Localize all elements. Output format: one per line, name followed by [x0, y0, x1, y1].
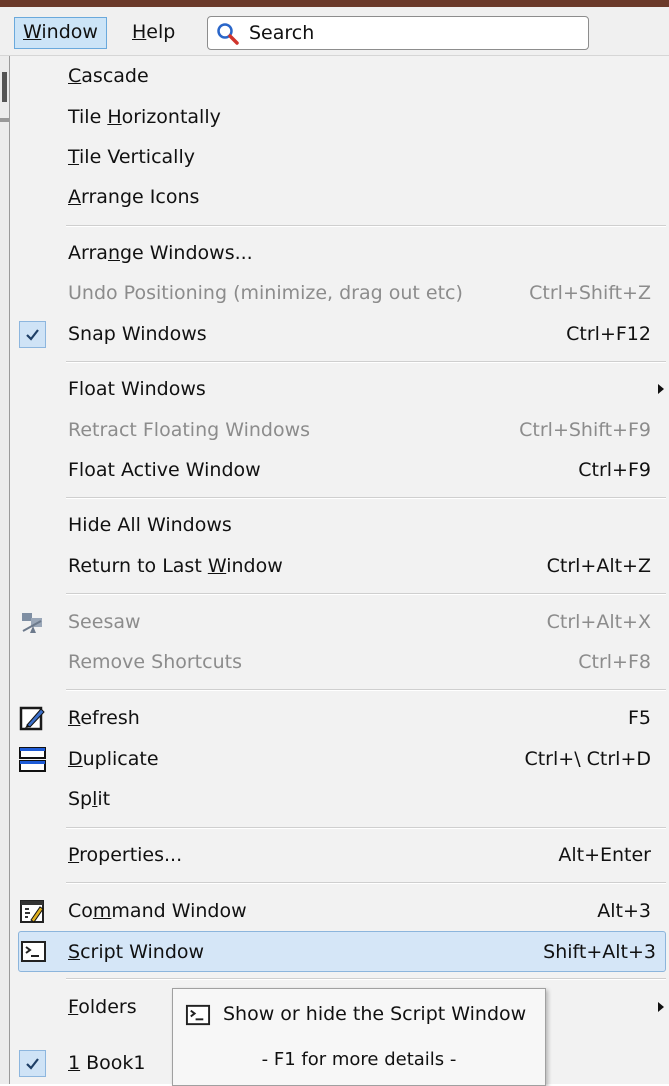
menu-help[interactable]: Help — [124, 17, 183, 47]
menu-separator — [66, 689, 666, 691]
menu-item-command-window[interactable]: Command Window Alt+3 — [10, 891, 668, 932]
menu-item-tile-vertically[interactable]: Tile Vertically — [10, 137, 668, 178]
window-dropdown-menu: Cascade Tile Horizontally Tile Verticall… — [9, 56, 669, 1084]
script-window-tooltip: Show or hide the Script Window - F1 for … — [172, 988, 546, 1086]
tooltip-hint: - F1 for more details - — [261, 1049, 457, 1070]
menu-item-arrange-windows[interactable]: Arrange Windows... — [10, 233, 668, 274]
menu-item-float-active[interactable]: Float Active Window Ctrl+F9 — [10, 450, 668, 491]
menu-bar: Window Help Search — [0, 7, 669, 56]
checkmark-icon — [19, 321, 46, 348]
menu-item-seesaw: Seesaw Ctrl+Alt+X — [10, 602, 668, 643]
menu-separator — [66, 827, 666, 829]
menu-separator — [66, 225, 666, 227]
menu-separator — [66, 361, 666, 363]
search-box[interactable]: Search — [207, 16, 589, 50]
menu-item-tile-horizontally[interactable]: Tile Horizontally — [10, 97, 668, 138]
search-label: Search — [249, 22, 315, 44]
menu-item-script-window[interactable]: Script Window Shift+Alt+3 — [18, 931, 666, 972]
menu-item-undo-positioning: Undo Positioning (minimize, drag out etc… — [68, 282, 651, 304]
menu-separator — [66, 882, 666, 884]
menu-separator — [66, 593, 666, 595]
menu-item-arrange-icons[interactable]: Arrange Icons — [10, 177, 668, 218]
menu-item-duplicate[interactable]: Duplicate Ctrl+\ Ctrl+D — [10, 739, 668, 780]
script-window-icon — [185, 1004, 211, 1026]
seesaw-icon — [22, 613, 42, 633]
menu-separator — [66, 978, 666, 980]
menu-item-cascade[interactable]: Cascade — [10, 56, 668, 97]
menu-item-float-windows[interactable]: Float Windows — [10, 369, 668, 410]
menu-window[interactable]: Window — [14, 17, 107, 49]
menu-item-return-last[interactable]: Return to Last Window Ctrl+Alt+Z — [10, 546, 668, 587]
checkmark-icon — [19, 1050, 46, 1077]
submenu-arrow-icon — [658, 1002, 664, 1012]
menu-item-retract-floating: Retract Floating Windows Ctrl+Shift+F9 — [68, 419, 651, 441]
submenu-arrow-icon — [658, 384, 664, 394]
menu-item-refresh[interactable]: Refresh F5 — [10, 698, 668, 739]
menu-item-properties[interactable]: Properties... Alt+Enter — [10, 835, 668, 876]
menu-separator — [66, 497, 666, 499]
window-top-border — [0, 0, 669, 7]
menu-item-remove-shortcuts: Remove Shortcuts Ctrl+F8 — [68, 651, 651, 673]
script-window-icon — [21, 941, 46, 962]
duplicate-windows-icon — [19, 747, 46, 772]
tooltip-title: Show or hide the Script Window — [223, 1003, 527, 1025]
menu-item-hide-all[interactable]: Hide All Windows — [10, 505, 668, 546]
refresh-pen-icon — [19, 706, 45, 731]
menu-item-split[interactable]: Split — [10, 779, 668, 820]
search-icon — [217, 23, 239, 45]
menu-item-snap-windows[interactable]: Snap Windows Ctrl+F12 — [10, 314, 668, 355]
command-window-icon — [20, 900, 44, 923]
